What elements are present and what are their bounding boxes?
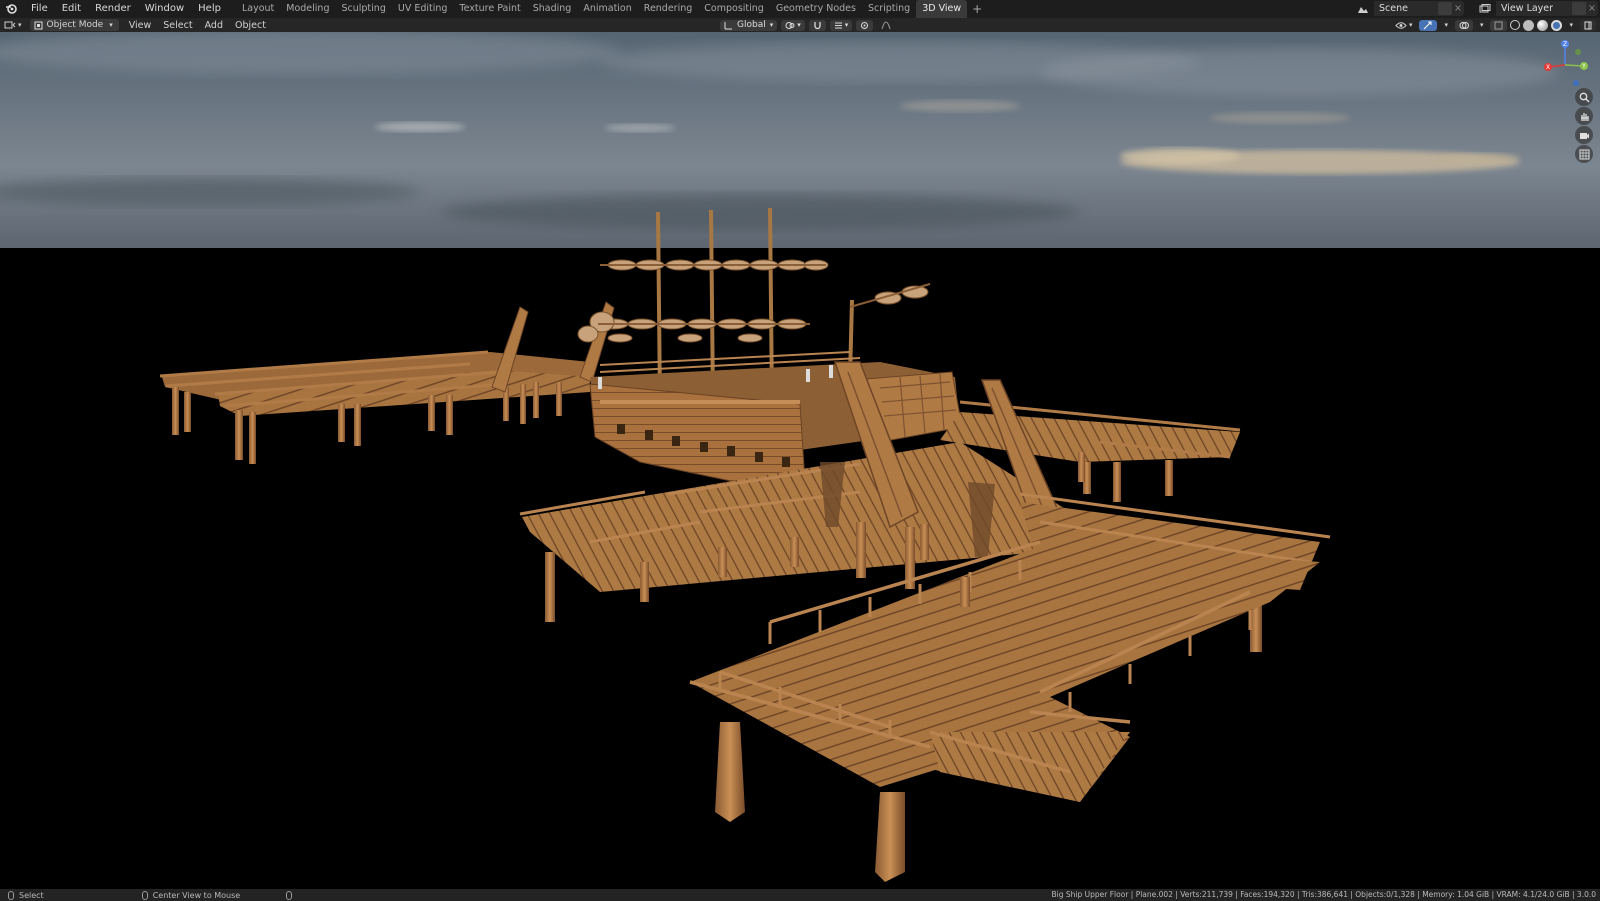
add-workspace-button[interactable]: + [967,2,987,16]
axis-gizmo[interactable]: Z Y X [1540,40,1590,90]
scene-icon [1352,1,1374,16]
tab-layout[interactable]: Layout [236,0,280,18]
overlays-icon [1459,21,1469,29]
pivot-icon [785,21,795,29]
editor-type-button[interactable]: ▾ [0,19,26,31]
menu-add[interactable]: Add [199,20,229,31]
status-middle-action: Center View to Mouse [152,890,241,900]
gizmo-arrows-icon [1424,21,1432,29]
menu-render[interactable]: Render [88,0,138,18]
tab-compositing[interactable]: Compositing [698,0,770,18]
left-dock [159,301,615,464]
y-axis-label: Y [1581,63,1586,70]
main-menu: File Edit Render Window Help [24,0,228,18]
object-mode-dropdown[interactable]: Object Mode ▾ [29,19,119,31]
snap-target-dropdown[interactable]: ▾ [829,19,853,31]
camera-icon[interactable] [1575,126,1593,144]
viewport-display-controls: ▾ ▾ ▾ ▾ [1391,18,1596,32]
status-bar: Select Center View to Mouse Big Ship Upp… [0,889,1600,901]
material-preview-shading-icon[interactable] [1537,19,1549,31]
object-mode-label: Object Mode [46,20,104,30]
gizmo-dropdown[interactable]: ▾ [1440,19,1452,31]
editor-type-icon [4,21,16,28]
solid-shading-icon[interactable] [1523,19,1535,31]
grid-perspective-icon[interactable] [1575,145,1593,163]
viewport-menus: View Select Add Object [123,20,272,31]
x-axis-label: X [1546,64,1550,71]
proportional-edit-icon [861,21,869,29]
blender-logo-icon[interactable] [4,2,18,16]
mouse-right-icon [286,890,293,900]
view-layer-name: View Layer [1501,3,1554,14]
pivot-point-dropdown[interactable]: ▾ [781,19,805,31]
tab-modeling[interactable]: Modeling [280,0,335,18]
front-dock [689,540,1320,882]
status-right-hint [286,890,293,900]
tab-sculpting[interactable]: Sculpting [335,0,391,18]
status-select-hint: Select [8,890,44,900]
rendered-shading-icon[interactable] [1551,19,1563,31]
gizmo-toggle[interactable] [1419,19,1438,31]
zoom-icon[interactable] [1575,88,1593,106]
sidebar-icon [1584,21,1592,29]
tab-geometry-nodes[interactable]: Geometry Nodes [770,0,862,18]
falloff-curve-icon [881,20,891,29]
magnet-icon [814,21,821,29]
orientation-dropdown[interactable]: Global ▾ [720,19,778,31]
remove-view-layer-icon[interactable]: × [1586,3,1598,14]
dock-and-ship-scene [159,207,1331,882]
z-axis-label: Z [1563,41,1567,48]
view-layer-icon [1474,1,1496,16]
3d-viewport[interactable]: Z Y X [0,30,1600,889]
menu-edit[interactable]: Edit [55,0,88,18]
tab-texture-paint[interactable]: Texture Paint [453,0,526,18]
menu-select[interactable]: Select [157,20,198,31]
scene-statistics: Big Ship Upper Floor | Plane.002 | Verts… [1051,890,1596,899]
transform-controls: Global ▾ ▾ ▾ [720,18,895,32]
menu-help[interactable]: Help [191,0,228,18]
chevron-down-icon: ▾ [109,21,113,29]
remove-scene-icon[interactable]: × [1452,3,1464,14]
viewport-header: ▾ Object Mode ▾ View Select Add Object G… [0,18,1600,32]
tab-animation[interactable]: Animation [577,0,637,18]
status-center-hint: Center View to Mouse [141,890,241,900]
overlays-toggle[interactable] [1454,19,1473,31]
mouse-middle-icon [141,890,148,900]
falloff-dropdown[interactable] [877,19,895,31]
workspace-tabs: Layout Modeling Sculpting UV Editing Tex… [236,0,987,18]
orientation-icon [724,21,732,29]
tab-rendering[interactable]: Rendering [638,0,699,18]
proportional-edit-toggle[interactable] [856,19,874,31]
menu-view[interactable]: View [123,20,158,31]
wireframe-shading-icon[interactable] [1510,20,1521,30]
sidebar-toggle[interactable] [1580,19,1596,31]
xray-icon [1494,21,1503,29]
view-layer-selector[interactable]: View Layer × [1474,1,1598,16]
orientation-label: Global [737,20,766,30]
top-bar: File Edit Render Window Help Layout Mode… [0,0,1600,18]
tab-scripting[interactable]: Scripting [862,0,916,18]
tab-uv-editing[interactable]: UV Editing [392,0,454,18]
snap-toggle[interactable] [808,19,826,31]
mouse-left-icon [8,890,14,900]
visibility-dropdown[interactable]: ▾ [1391,19,1417,31]
scene-selector[interactable]: Scene × [1352,1,1464,16]
overlays-dropdown[interactable]: ▾ [1476,19,1488,31]
menu-file[interactable]: File [24,0,55,18]
hand-pan-icon[interactable] [1575,107,1593,125]
new-view-layer-icon[interactable] [1572,2,1586,15]
tab-shading[interactable]: Shading [527,0,578,18]
tab-3d-view[interactable]: 3D View [916,0,968,18]
new-scene-icon[interactable] [1438,2,1452,15]
object-mode-icon [34,21,43,29]
ship [577,207,963,488]
eye-icon [1395,21,1407,29]
shading-dropdown[interactable]: ▾ [1565,19,1577,31]
snap-increment-icon [834,22,842,28]
scene-name: Scene [1379,3,1408,14]
menu-object[interactable]: Object [229,20,272,31]
xray-toggle[interactable] [1490,19,1508,31]
menu-window[interactable]: Window [138,0,191,18]
status-left-action: Select [19,890,44,900]
